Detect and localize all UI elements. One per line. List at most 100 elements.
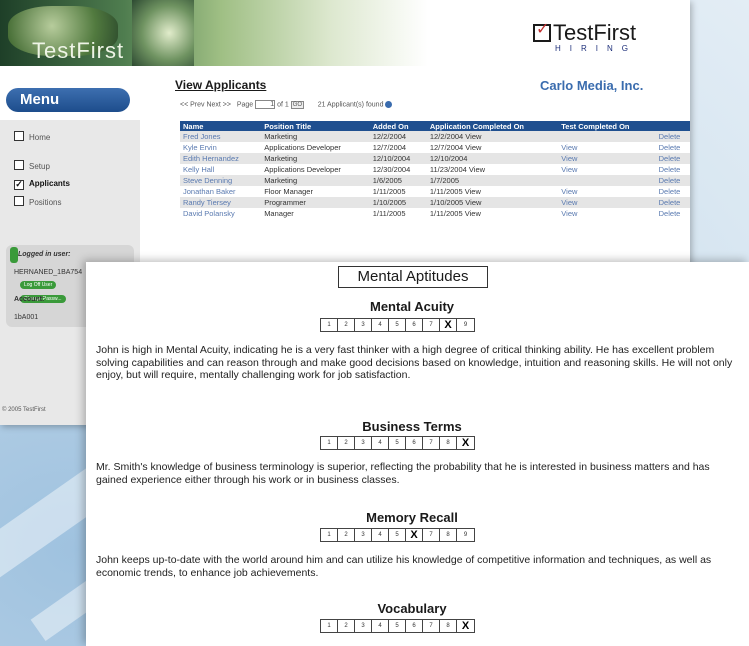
applicant-name-link[interactable]: Edith Hernandez	[180, 153, 262, 164]
table-cell[interactable]: 12/7/2004 View	[426, 142, 559, 153]
scale-cell: 8	[440, 620, 457, 632]
sidebar-item-label: Setup	[29, 162, 50, 171]
applicant-name-link[interactable]: Jonathan Baker	[180, 186, 262, 197]
scale-cell: 2	[338, 437, 355, 449]
delete-link[interactable]: Delete	[655, 164, 690, 175]
section-text: Mr. Smith's knowledge of business termin…	[96, 461, 710, 486]
section-title-memory-recall: Memory Recall	[366, 510, 458, 525]
user-icon	[10, 247, 18, 263]
table-cell: Marketing	[261, 175, 370, 186]
test-view-link[interactable]: View	[558, 153, 656, 164]
score-scale: 12345X789	[320, 528, 475, 542]
scale-cell: 6	[406, 620, 423, 632]
table-cell[interactable]: 1/10/2005 View	[426, 197, 559, 208]
test-view-link	[558, 175, 656, 186]
delete-link[interactable]: Delete	[655, 131, 690, 142]
info-icon[interactable]	[385, 101, 393, 108]
scale-cell: 6	[406, 437, 423, 449]
column-header: Test Completed On	[558, 121, 656, 131]
scale-cell: 9	[463, 322, 468, 328]
applicant-name-link[interactable]: Kyle Ervin	[180, 142, 262, 153]
scale-cell: 4	[372, 620, 389, 632]
applicant-name-link[interactable]: Fred Jones	[180, 131, 262, 142]
section-text: John is high in Mental Acuity, indicatin…	[96, 344, 733, 381]
checked-checkbox-icon: ✓	[14, 179, 24, 190]
scale-cell: 4	[372, 319, 389, 331]
delete-link[interactable]: Delete	[655, 142, 690, 153]
page-input[interactable]: 1	[255, 100, 276, 109]
sidebar-item-label: Positions	[29, 198, 62, 207]
scale-cell: 7	[423, 437, 440, 449]
delete-link[interactable]: Delete	[655, 153, 690, 164]
table-row: Kelly Hall Applications Developer 12/30/20…	[180, 164, 690, 175]
testfirst-logo: TestFirst HIRING	[533, 19, 637, 53]
scale-cell: 1	[321, 620, 338, 632]
checkbox-icon	[14, 160, 24, 170]
report-title: Mental Aptitudes	[338, 266, 488, 288]
sidebar-item-label: Home	[29, 133, 51, 142]
test-view-link[interactable]: View	[558, 164, 656, 175]
table-cell: Programmer	[261, 197, 370, 208]
applicant-name-link[interactable]: David Polansky	[180, 208, 262, 219]
account-label: Account:	[14, 296, 45, 303]
aptitude-report: Mental Aptitudes Mental Acuity 1234567X9…	[86, 262, 749, 646]
prev-next-links[interactable]: << Prev Next >>	[180, 101, 231, 108]
section-title-vocabulary: Vocabulary	[377, 601, 447, 616]
sidebar-item-home[interactable]: Home	[14, 131, 50, 142]
test-view-link[interactable]: View	[558, 208, 656, 219]
test-view-link	[558, 131, 656, 142]
scale-cell: 1	[321, 319, 338, 331]
column-header: Name	[180, 121, 262, 131]
scale-cell: 5	[389, 620, 406, 632]
applicant-name-link[interactable]: Kelly Hall	[180, 164, 262, 175]
scale-cell: 5	[389, 319, 406, 331]
logo-name: TestFirst	[553, 20, 637, 45]
scale-cell: 3	[355, 319, 372, 331]
score-mark: X	[406, 529, 423, 541]
log-off-button[interactable]: Log Off User	[20, 281, 57, 289]
table-cell: 1/7/2005	[426, 175, 559, 186]
table-cell: 1/11/2005	[369, 208, 427, 219]
table-cell: Marketing	[261, 131, 370, 142]
scale-cell: 2	[338, 620, 355, 632]
column-header: Application Completed On	[426, 121, 559, 131]
test-view-link[interactable]: View	[558, 186, 656, 197]
score-scale: 1234567X9	[320, 318, 475, 332]
scale-cell: 5	[389, 437, 406, 449]
scale-cell: 7	[423, 620, 440, 632]
table-cell[interactable]: 11/23/2004 View	[426, 164, 559, 175]
score-mark: X	[461, 620, 470, 632]
menu-button[interactable]: Menu	[6, 88, 130, 112]
table-row: Jonathan Baker Floor Manager 1/11/2005 1/11…	[180, 186, 690, 197]
sidebar-item-applicants[interactable]: ✓ Applicants	[14, 179, 70, 190]
table-cell: 1/10/2005	[369, 197, 427, 208]
table-row: Edith Hernandez Marketing 12/10/2004 12/10/…	[180, 153, 690, 164]
scale-cell: 6	[406, 319, 423, 331]
table-cell: 1/6/2005	[369, 175, 427, 186]
banner-title: TestFirst	[32, 38, 125, 63]
test-view-link[interactable]: View	[558, 197, 656, 208]
column-header: Added On	[369, 121, 427, 131]
checkbox-icon	[14, 196, 24, 206]
table-row: Kyle Ervin Applications Developer 12/7/200…	[180, 142, 690, 153]
account-value: 1bA001	[14, 314, 39, 321]
delete-link[interactable]: Delete	[655, 186, 690, 197]
delete-link[interactable]: Delete	[655, 197, 690, 208]
delete-link[interactable]: Delete	[655, 208, 690, 219]
delete-link[interactable]: Delete	[655, 175, 690, 186]
user-id: HERNANED_1BA754	[14, 269, 83, 276]
sidebar-item-positions[interactable]: Positions	[14, 196, 61, 207]
applicant-name-link[interactable]: Steve Denning	[180, 175, 262, 186]
pager: << Prev Next >> Page 1 of 1 GO 21 Applic…	[180, 100, 393, 110]
table-cell[interactable]: 12/2/2004 View	[426, 131, 559, 142]
sidebar-item-setup[interactable]: Setup	[14, 160, 50, 171]
page-label: Page	[236, 101, 254, 109]
table-cell: Applications Developer	[261, 142, 370, 153]
table-cell[interactable]: 1/11/2005 View	[426, 186, 559, 197]
table-cell[interactable]: 1/11/2005 View	[426, 208, 559, 219]
applicant-name-link[interactable]: Randy Tiersey	[180, 197, 262, 208]
go-button[interactable]: GO	[290, 101, 305, 110]
test-view-link[interactable]: View	[558, 142, 656, 153]
check-icon	[533, 19, 551, 42]
table-cell: Applications Developer	[261, 164, 370, 175]
